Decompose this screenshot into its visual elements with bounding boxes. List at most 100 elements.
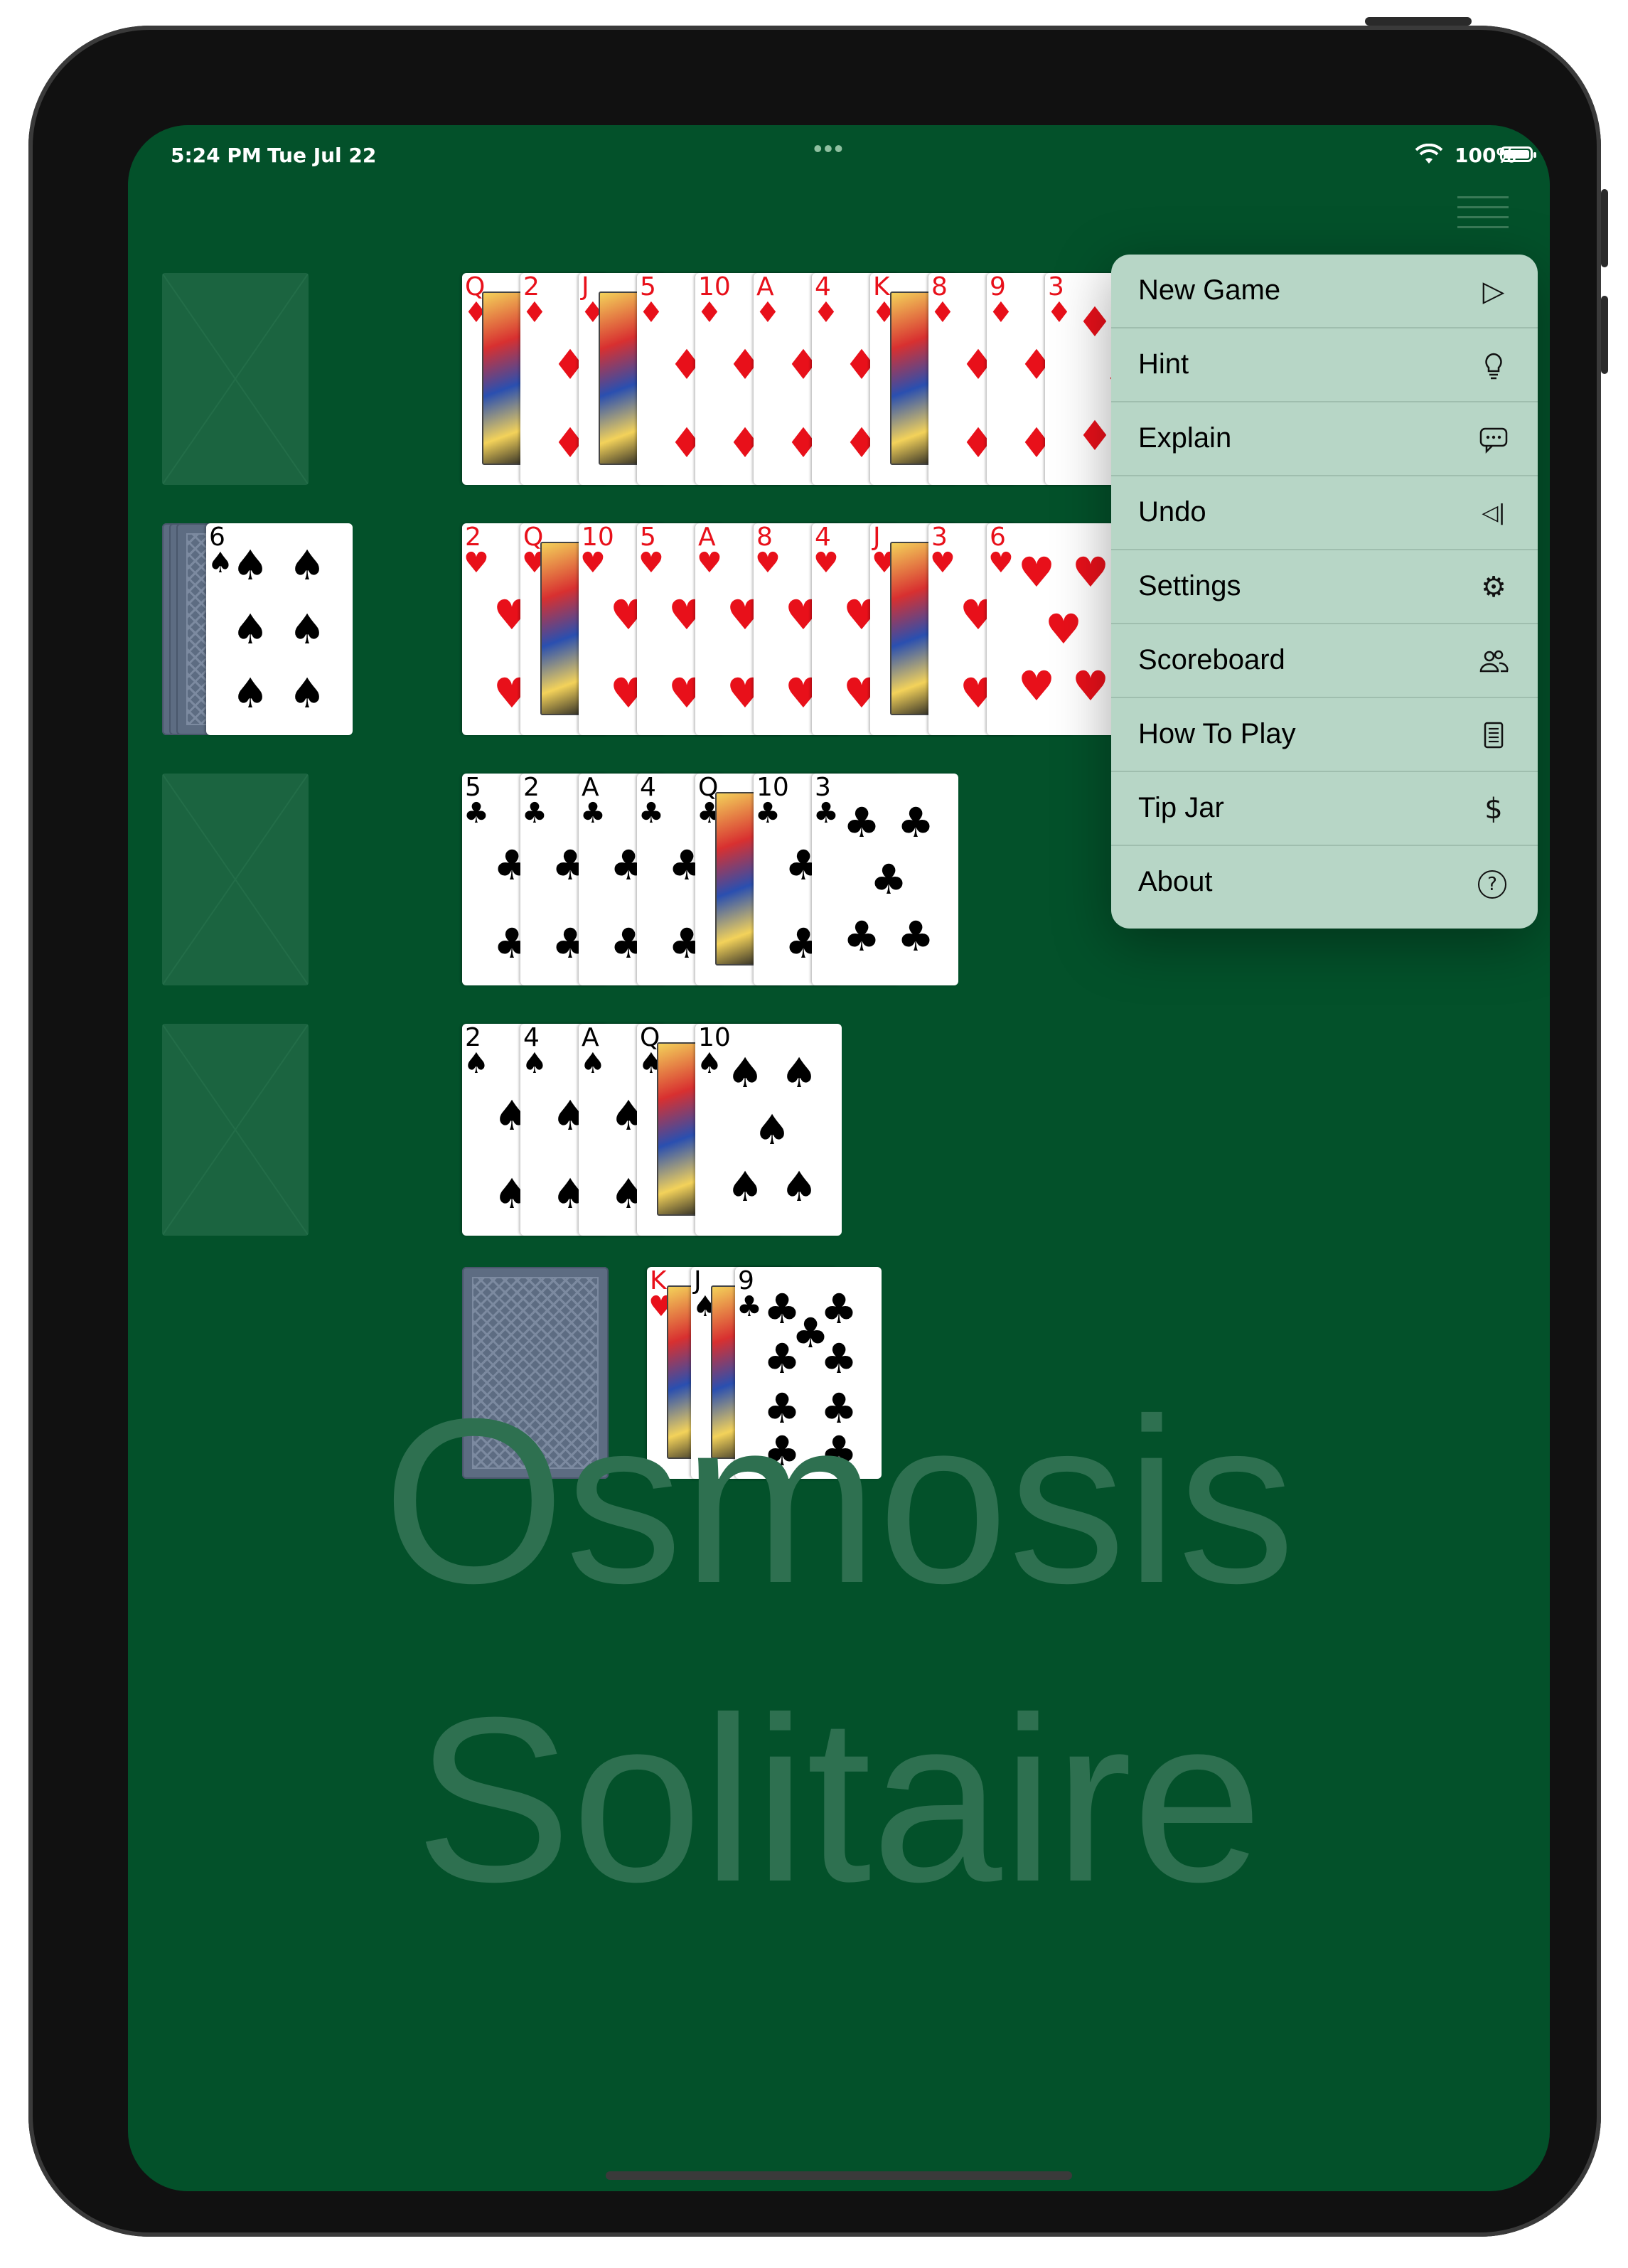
book-icon — [1484, 722, 1504, 749]
card-pip: ♠ — [781, 1162, 818, 1211]
card-suit: ♣ — [755, 797, 781, 830]
card-suit: ♠ — [697, 1047, 722, 1080]
card-pip: ♠ — [289, 541, 326, 589]
card-pip: ♥ — [1018, 662, 1055, 710]
card-pip: ♥ — [1072, 548, 1109, 597]
card-suit: ♣ — [580, 797, 606, 830]
card-suit: ♥ — [930, 547, 955, 579]
tableau-card[interactable]: 3 ♣ ♣ ♣ ♣ ♣ ♣ — [812, 774, 958, 985]
card-suit: ♠ — [580, 1047, 606, 1080]
card-pip: ♣ — [897, 798, 934, 847]
card-suit: ♦ — [1046, 296, 1072, 329]
menu-item-label: Undo — [1138, 496, 1206, 528]
menu-item-tip-jar[interactable]: Tip Jar $ — [1111, 772, 1538, 846]
card-suit: ♥ — [813, 547, 839, 579]
reserve-top-card[interactable]: 6 ♠ ♠ ♠ ♠ ♠ ♠ ♠ — [206, 523, 353, 735]
card-pip: ♠ — [232, 541, 269, 589]
top-button — [1365, 17, 1472, 26]
card-suit: ♣ — [522, 797, 547, 830]
wifi-icon — [1415, 144, 1443, 164]
card-suit: ♠ — [208, 547, 233, 579]
watermark-title-line2: Solitaire — [414, 1668, 1263, 1930]
card-pip: ♦ — [1076, 412, 1113, 460]
card-suit: ♠ — [522, 1047, 547, 1080]
gear-icon: ⚙ — [1481, 571, 1506, 604]
popup-menu: New Game ▷ Hint Explain Undo ◁| Settings… — [1111, 255, 1538, 929]
card-pip: ♠ — [727, 1049, 764, 1097]
card-pip: ♣ — [792, 1309, 829, 1357]
people-icon — [1479, 650, 1509, 673]
card-suit: ♦ — [638, 296, 664, 329]
card-pip: ♠ — [232, 605, 269, 653]
play-icon: ▷ — [1482, 275, 1505, 308]
card-pip: ♥ — [1045, 605, 1082, 653]
dollar-icon: $ — [1484, 793, 1503, 825]
menu-item-label: New Game — [1138, 274, 1281, 306]
battery-icon — [1500, 146, 1536, 162]
menu-item-settings[interactable]: Settings ⚙ — [1111, 550, 1538, 624]
foundation-slot[interactable] — [162, 273, 309, 485]
undo-icon: ◁| — [1482, 501, 1506, 525]
card-pip: ♣ — [843, 912, 880, 961]
card-pip: ♣ — [870, 855, 907, 904]
card-pip: ♦ — [1076, 298, 1113, 346]
card-suit: ♦ — [813, 296, 839, 329]
card-suit: ♠ — [464, 1047, 489, 1080]
card-suit: ♣ — [464, 797, 489, 830]
menu-item-label: Scoreboard — [1138, 644, 1285, 675]
card-suit: ♣ — [813, 797, 839, 830]
lightbulb-icon — [1485, 353, 1502, 380]
card-suit: ♦ — [988, 296, 1014, 329]
card-suit: ♥ — [988, 547, 1014, 579]
card-suit: ♥ — [580, 547, 606, 579]
menu-item-label: Explain — [1138, 422, 1232, 454]
menu-item-label: Hint — [1138, 348, 1189, 380]
menu-item-how-to-play[interactable]: How To Play — [1111, 698, 1538, 772]
card-pip: ♠ — [754, 1106, 791, 1154]
volume-up-button — [1601, 189, 1608, 267]
card-suit: ♦ — [755, 296, 781, 329]
menu-item-about[interactable]: About ? — [1111, 846, 1538, 920]
card-suit: ♥ — [638, 547, 664, 579]
status-time: 5:24 PM — [171, 144, 262, 167]
menu-item-label: How To Play — [1138, 718, 1296, 749]
speech-bubble-icon — [1479, 427, 1508, 454]
home-indicator — [606, 2171, 1072, 2180]
menu-item-hint[interactable]: Hint — [1111, 328, 1538, 402]
tableau-card[interactable]: 10 ♠ ♠ ♠ ♠ ♠ ♠ — [695, 1024, 842, 1236]
card-suit: ♥ — [755, 547, 781, 579]
menu-item-scoreboard[interactable]: Scoreboard — [1111, 624, 1538, 698]
card-pip: ♥ — [1018, 548, 1055, 597]
card-suit: ♥ — [697, 547, 722, 579]
menu-item-label: Tip Jar — [1138, 792, 1224, 823]
watermark-title-line1: Osmosis — [382, 1369, 1295, 1632]
card-suit: ♦ — [930, 296, 955, 329]
card-suit: ♣ — [638, 797, 664, 830]
question-icon: ? — [1478, 870, 1506, 899]
card-pip: ♠ — [289, 605, 326, 653]
multitasking-dots-icon[interactable]: ••• — [813, 134, 845, 164]
card-suit: ♣ — [737, 1290, 762, 1323]
game-screen: 5:24 PM Tue Jul 22 ••• 100% 6 ♠ ♠ ♠ ♠ ♠ … — [128, 125, 1550, 2191]
foundation-slot[interactable] — [162, 774, 309, 985]
menu-item-new-game[interactable]: New Game ▷ — [1111, 255, 1538, 328]
volume-down-button — [1601, 296, 1608, 374]
menu-item-explain[interactable]: Explain — [1111, 402, 1538, 476]
card-pip: ♥ — [1072, 662, 1109, 710]
menu-item-undo[interactable]: Undo ◁| — [1111, 476, 1538, 550]
card-pip: ♠ — [289, 669, 326, 717]
card-pip: ♣ — [843, 798, 880, 847]
hamburger-icon[interactable] — [1457, 196, 1509, 237]
card-pip: ♠ — [727, 1162, 764, 1211]
foundation-slot[interactable] — [162, 1024, 309, 1236]
ipad-frame: 5:24 PM Tue Jul 22 ••• 100% 6 ♠ ♠ ♠ ♠ ♠ … — [28, 17, 1608, 2237]
menu-item-label: About — [1138, 866, 1213, 897]
card-pip: ♣ — [897, 912, 934, 961]
card-suit: ♦ — [697, 296, 722, 329]
menu-item-label: Settings — [1138, 570, 1241, 601]
card-suit: ♥ — [464, 547, 489, 579]
card-suit: ♦ — [522, 296, 547, 329]
status-date: Tue Jul 22 — [267, 144, 377, 167]
card-pip: ♠ — [781, 1049, 818, 1097]
card-pip: ♠ — [232, 669, 269, 717]
